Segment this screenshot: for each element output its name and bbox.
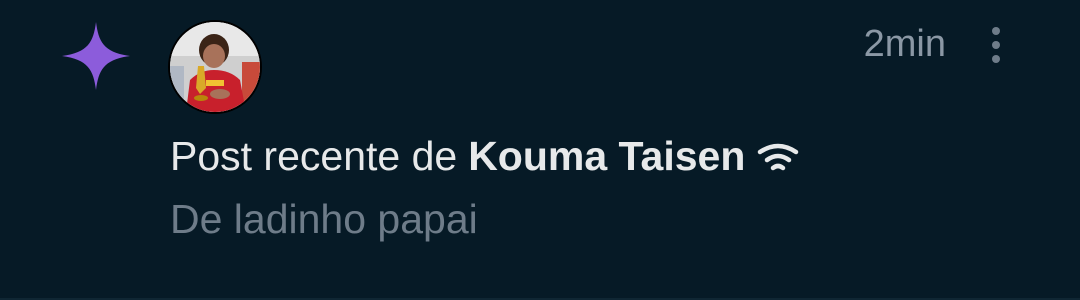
more-vertical-icon[interactable] xyxy=(988,26,1004,64)
notification-item[interactable]: 2min Post recente de Kouma Taisen De lad… xyxy=(0,0,1080,300)
avatar[interactable] xyxy=(168,20,262,114)
author-name[interactable]: Kouma Taisen xyxy=(468,133,745,180)
post-preview-text: De ladinho papai xyxy=(170,196,478,242)
title-prefix: Post recente de xyxy=(170,132,458,179)
broadcast-icon xyxy=(758,143,799,171)
avatar-photo xyxy=(170,22,260,112)
sparkle-star-icon xyxy=(62,22,130,90)
timestamp: 2min xyxy=(863,23,946,65)
notification-title: Post recente de Kouma Taisen xyxy=(170,130,799,182)
